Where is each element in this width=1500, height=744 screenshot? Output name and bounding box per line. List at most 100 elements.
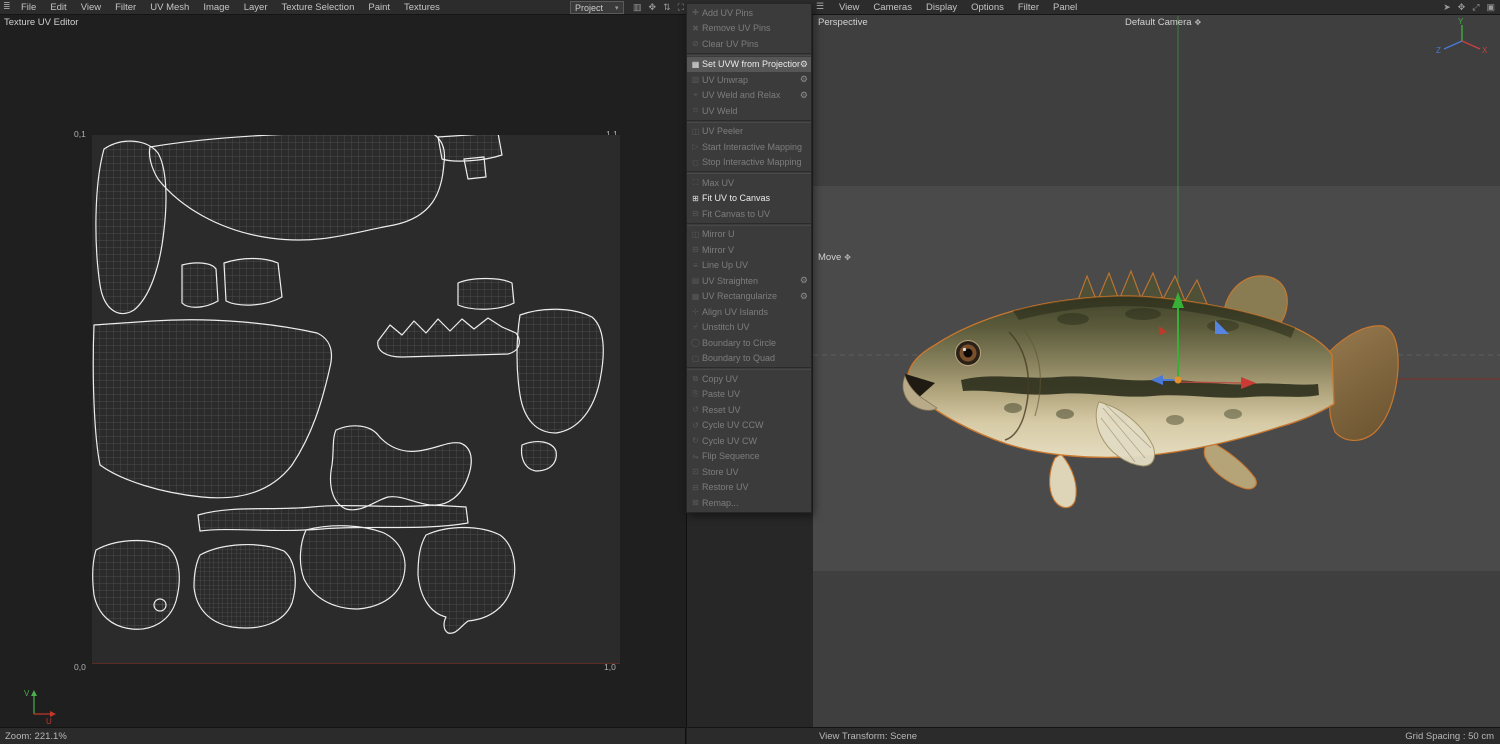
window-icon[interactable]: ▣: [1486, 2, 1495, 13]
menu-textures[interactable]: Textures: [397, 2, 447, 13]
context-item-label: Flip Sequence: [702, 451, 760, 462]
context-item-boundary-to-circle[interactable]: ◯ Boundary to Circle: [687, 335, 811, 351]
uv-island[interactable]: [92, 539, 180, 630]
menu-edit[interactable]: Edit: [43, 2, 73, 13]
boundary-to-quad-icon: ▢: [691, 353, 700, 363]
context-item-uv-weld[interactable]: ⌑ UV Weld: [687, 103, 811, 119]
viewport-status-bar: View Transform: Scene Grid Spacing : 50 …: [687, 727, 1500, 744]
gear-icon[interactable]: ⚙: [800, 59, 808, 70]
context-item-copy-uv[interactable]: ⧉ Copy UV: [687, 371, 811, 387]
context-item-remap[interactable]: ⊠ Remap...: [687, 495, 811, 511]
context-item-cycle-uv-cw[interactable]: ↻ Cycle UV CW: [687, 433, 811, 449]
maximize-icon[interactable]: ⛶: [678, 2, 684, 13]
project-dropdown[interactable]: Project ▾: [570, 1, 624, 14]
context-item-flip-sequence[interactable]: ⇋ Flip Sequence: [687, 449, 811, 465]
context-item-start-interactive-mapping[interactable]: ▷ Start Interactive Mapping: [687, 139, 811, 155]
uv-island[interactable]: [148, 131, 446, 241]
gear-icon[interactable]: ⚙: [800, 275, 808, 286]
uv-island[interactable]: [377, 317, 520, 358]
context-item-uv-rectangularize[interactable]: ▦ UV Rectangularize ⚙: [687, 289, 811, 305]
context-item-mirror-u[interactable]: ◫ Mirror U: [687, 227, 811, 243]
context-item-store-uv[interactable]: ⊡ Store UV: [687, 464, 811, 480]
uv-island[interactable]: [92, 319, 333, 499]
pan-icon[interactable]: ✥: [1458, 2, 1466, 13]
uv-island[interactable]: [520, 441, 557, 472]
context-item-uv-straighten[interactable]: ▤ UV Straighten ⚙: [687, 273, 811, 289]
restore-uv-icon: ⊟: [692, 482, 699, 492]
context-item-label: Remove UV Pins: [702, 23, 771, 34]
context-item-uv-peeler[interactable]: ◫ UV Peeler: [687, 124, 811, 140]
uv-island[interactable]: [223, 257, 283, 306]
cursor-icon[interactable]: ➤: [1443, 2, 1451, 13]
gear-icon[interactable]: ⚙: [800, 90, 808, 101]
context-item-align-uv-islands[interactable]: ⊹ Align UV Islands: [687, 304, 811, 320]
context-item-cycle-uv-ccw[interactable]: ↺ Cycle UV CCW: [687, 418, 811, 434]
camera-label[interactable]: Default Camera ✥: [1125, 17, 1201, 28]
context-item-restore-uv[interactable]: ⊟ Restore UV: [687, 480, 811, 496]
menu-image[interactable]: Image: [196, 2, 236, 13]
scroll-icon[interactable]: ⇅: [663, 2, 671, 13]
menu-file[interactable]: File: [14, 2, 43, 13]
uv-island[interactable]: [457, 277, 515, 310]
view-mode-label[interactable]: Perspective: [818, 17, 868, 28]
menu-texture-selection[interactable]: Texture Selection: [274, 2, 361, 13]
project-dropdown-label: Project: [575, 2, 604, 13]
vp-menu-cameras[interactable]: Cameras: [866, 2, 919, 13]
gear-icon[interactable]: ⚙: [800, 74, 808, 85]
menu-filter[interactable]: Filter: [108, 2, 143, 13]
active-tool-label: Move ✥: [818, 252, 851, 263]
context-item-stop-interactive-mapping[interactable]: ◻ Stop Interactive Mapping: [687, 155, 811, 171]
hamburger-icon[interactable]: ☰: [816, 1, 824, 12]
uv-island[interactable]: [193, 544, 296, 629]
context-item-label: Unstitch UV: [702, 322, 750, 333]
context-item-add-uv-pins[interactable]: ✚ Add UV Pins: [687, 5, 811, 21]
uv-island[interactable]: [516, 308, 604, 434]
context-item-reset-uv[interactable]: ↺ Reset UV: [687, 402, 811, 418]
vp-menu-options[interactable]: Options: [964, 2, 1011, 13]
context-item-label: Line Up UV: [702, 260, 749, 271]
menu-view[interactable]: View: [74, 2, 108, 13]
cycle-uv-cw-icon: ↻: [692, 436, 699, 446]
pan-icon[interactable]: ✥: [649, 2, 657, 13]
context-item-mirror-v[interactable]: ⊟ Mirror V: [687, 242, 811, 258]
menu-paint[interactable]: Paint: [361, 2, 397, 13]
context-item-fit-canvas-to-uv[interactable]: ⊟ Fit Canvas to UV: [687, 206, 811, 222]
flip-sequence-icon: ⇋: [692, 451, 699, 461]
uv-island[interactable]: [299, 525, 406, 610]
gear-icon[interactable]: ⚙: [800, 291, 808, 302]
uv-wireframe: [92, 131, 604, 634]
context-item-set-uvw-from-projection[interactable]: ▦ Set UVW from Projection ⚙: [687, 56, 811, 72]
context-item-uv-unwrap[interactable]: ▧ UV Unwrap ⚙: [687, 72, 811, 88]
line-up-uv-icon: ≡: [693, 260, 698, 270]
panel-menu-icon[interactable]: ≣: [3, 1, 11, 12]
context-item-remove-uv-pins[interactable]: ✖ Remove UV Pins: [687, 21, 811, 37]
stop-interactive-mapping-icon: ◻: [692, 157, 699, 167]
uv-island[interactable]: [417, 526, 516, 634]
uv-island[interactable]: [153, 598, 167, 612]
histogram-icon[interactable]: ▥: [633, 2, 642, 13]
menu-layer[interactable]: Layer: [237, 2, 275, 13]
uv-island[interactable]: [463, 156, 487, 180]
context-item-clear-uv-pins[interactable]: ⊘ Clear UV Pins: [687, 36, 811, 52]
uv-island[interactable]: [329, 425, 472, 511]
perspective-viewport[interactable]: Perspective Default Camera ✥ Move ✥ Y X …: [813, 14, 1500, 727]
vp-menu-view[interactable]: View: [832, 2, 866, 13]
context-item-uv-weld-and-relax[interactable]: ⌖ UV Weld and Relax ⚙: [687, 88, 811, 104]
vp-menu-filter[interactable]: Filter: [1011, 2, 1046, 13]
viewport-menu-bar: View Cameras Display Options Filter Panel: [832, 0, 1084, 14]
context-item-line-up-uv[interactable]: ≡ Line Up UV: [687, 258, 811, 274]
uv-island[interactable]: [437, 132, 503, 162]
menu-uv-mesh[interactable]: UV Mesh: [143, 2, 196, 13]
context-item-fit-uv-to-canvas[interactable]: ⊞ Fit UV to Canvas: [687, 191, 811, 207]
vp-menu-panel[interactable]: Panel: [1046, 2, 1084, 13]
context-item-max-uv[interactable]: ⛶ Max UV: [687, 175, 811, 191]
context-item-boundary-to-quad[interactable]: ▢ Boundary to Quad: [687, 351, 811, 367]
context-item-unstitch-uv[interactable]: ⌿ Unstitch UV: [687, 320, 811, 336]
uv-weld-and-relax-icon: ⌖: [693, 90, 698, 100]
zoom-icon[interactable]: ⤢: [1472, 2, 1479, 13]
uv-canvas[interactable]: [92, 131, 620, 664]
fish-model[interactable]: [902, 269, 1399, 509]
uv-island[interactable]: [181, 262, 219, 308]
context-item-paste-uv[interactable]: ⎘ Paste UV: [687, 387, 811, 403]
vp-menu-display[interactable]: Display: [919, 2, 964, 13]
